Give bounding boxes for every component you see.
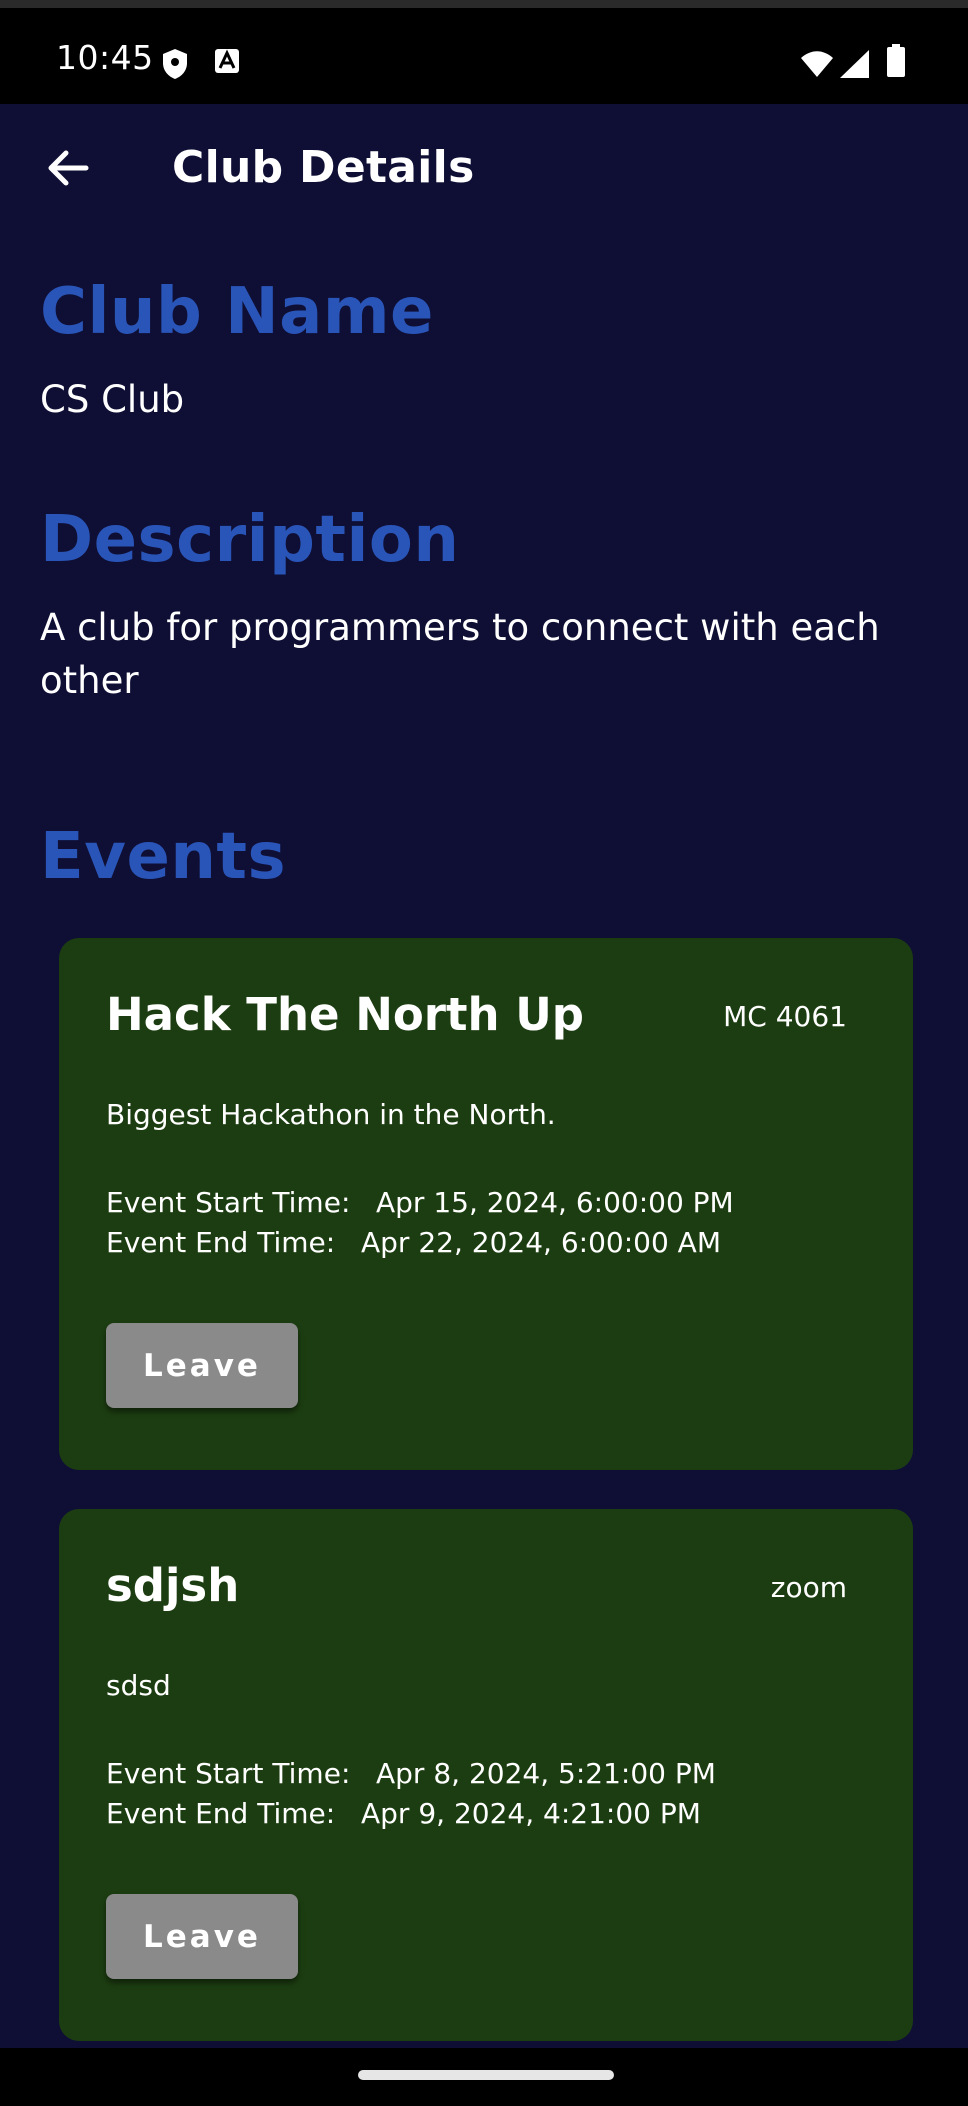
club-name-value: CS Club <box>40 378 185 421</box>
leave-button[interactable]: Leave <box>106 1323 298 1408</box>
event-card: Hack The North Up MC 4061 Biggest Hackat… <box>59 938 913 1470</box>
event-location: zoom <box>770 1571 847 1604</box>
event-start-label: Event Start Time: <box>106 1186 351 1219</box>
event-card: sdjsh zoom sdsd Event Start Time: Apr 8, … <box>59 1509 913 2041</box>
club-name-heading: Club Name <box>40 275 434 349</box>
event-end-time: Apr 22, 2024, 6:00:00 AM <box>361 1226 721 1259</box>
a-badge-icon <box>214 48 240 78</box>
event-end-row: Event End Time: Apr 9, 2024, 4:21:00 PM <box>106 1797 701 1830</box>
arrow-back-icon <box>46 148 90 192</box>
event-title: Hack The North Up <box>106 988 584 1041</box>
description-heading: Description <box>40 503 460 577</box>
event-title: sdjsh <box>106 1559 240 1612</box>
event-location: MC 4061 <box>723 1000 847 1033</box>
battery-icon <box>886 44 906 82</box>
leave-button[interactable]: Leave <box>106 1894 298 1979</box>
event-start-time: Apr 8, 2024, 5:21:00 PM <box>376 1757 716 1790</box>
page-title: Club Details <box>172 142 475 193</box>
event-description: Biggest Hackathon in the North. <box>106 1098 556 1131</box>
event-start-time: Apr 15, 2024, 6:00:00 PM <box>376 1186 734 1219</box>
event-end-time: Apr 9, 2024, 4:21:00 PM <box>361 1797 701 1830</box>
status-bar: 10:45 <box>0 0 968 104</box>
status-time: 10:45 <box>56 38 154 77</box>
wifi-icon <box>800 50 834 82</box>
app-bar: Club Details <box>0 104 968 236</box>
navigation-bar <box>0 2048 968 2106</box>
event-end-row: Event End Time: Apr 22, 2024, 6:00:00 AM <box>106 1226 721 1259</box>
event-description: sdsd <box>106 1669 171 1702</box>
home-indicator[interactable] <box>358 2070 614 2080</box>
event-start-label: Event Start Time: <box>106 1757 351 1790</box>
signal-icon <box>840 50 870 82</box>
events-heading: Events <box>40 820 287 894</box>
description-value: A club for programmers to connect with e… <box>40 606 880 702</box>
event-end-label: Event End Time: <box>106 1226 336 1259</box>
shield-icon <box>161 48 189 84</box>
event-start-row: Event Start Time: Apr 15, 2024, 6:00:00 P… <box>106 1186 734 1219</box>
club-details-screen: 10:45 Club Details Club Name CS Club Des… <box>0 0 968 2106</box>
event-start-row: Event Start Time: Apr 8, 2024, 5:21:00 PM <box>106 1757 716 1790</box>
event-end-label: Event End Time: <box>106 1797 336 1830</box>
back-button[interactable] <box>36 138 100 202</box>
